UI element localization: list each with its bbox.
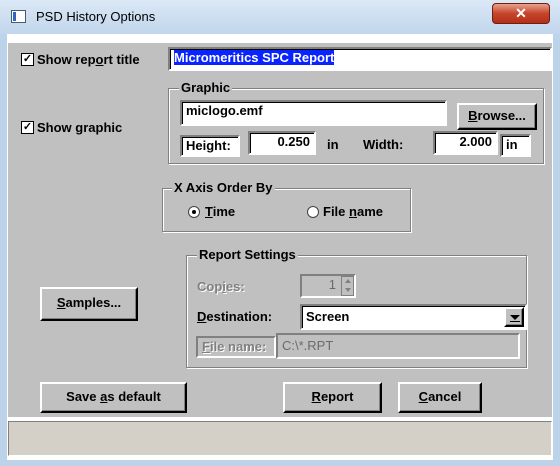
destination-label: Destination: [197,309,273,324]
time-radio[interactable] [188,206,200,218]
status-bar [8,421,552,456]
copies-spinner[interactable] [341,276,354,296]
destination-dropdown-button[interactable] [504,307,524,327]
report-title-input[interactable]: Micromeritics SPC Report [168,47,552,71]
app-window-icon [11,10,26,23]
cancel-button[interactable]: Cancel [398,382,482,413]
spinner-down-icon[interactable] [345,288,351,292]
spinner-up-icon[interactable] [345,279,351,283]
filename-radio-label[interactable]: File name [323,204,383,219]
destination-select[interactable]: Screen [300,304,527,330]
height-unit: in [327,137,339,152]
filename-radio[interactable] [307,206,319,218]
filename-input[interactable]: C:\*.RPT [276,333,520,359]
graphic-file-input[interactable]: miclogo.emf [180,100,447,126]
show-report-title-label[interactable]: Show report title [37,52,140,67]
samples-button[interactable]: Samples... [40,287,138,321]
x-axis-group-title: X Axis Order By [172,180,275,195]
chevron-down-icon [510,315,520,320]
report-settings-group-title: Report Settings [197,247,298,262]
close-icon[interactable]: ✕ [492,3,550,24]
dropdown-underline [510,321,520,322]
show-graphic-label[interactable]: Show graphic [37,120,122,135]
show-graphic-checkbox[interactable]: ✓ [21,121,34,134]
window-title: PSD History Options [36,9,156,24]
width-input[interactable]: 2.000 [433,131,498,155]
height-input[interactable]: 0.250 [248,131,316,155]
show-report-title-checkbox[interactable]: ✓ [21,53,34,66]
width-unit: in [500,134,531,157]
report-button[interactable]: Report [283,382,382,413]
graphic-group-title: Graphic [179,80,233,95]
copies-label: Copies: [197,279,245,294]
time-radio-label[interactable]: Time [205,204,235,219]
browse-button[interactable]: Browse... [457,103,537,130]
filename-label: File name: [196,336,276,358]
save-as-default-button[interactable]: Save as default [40,382,187,413]
height-label: Height: [180,135,240,157]
width-label: Width: [363,137,404,152]
